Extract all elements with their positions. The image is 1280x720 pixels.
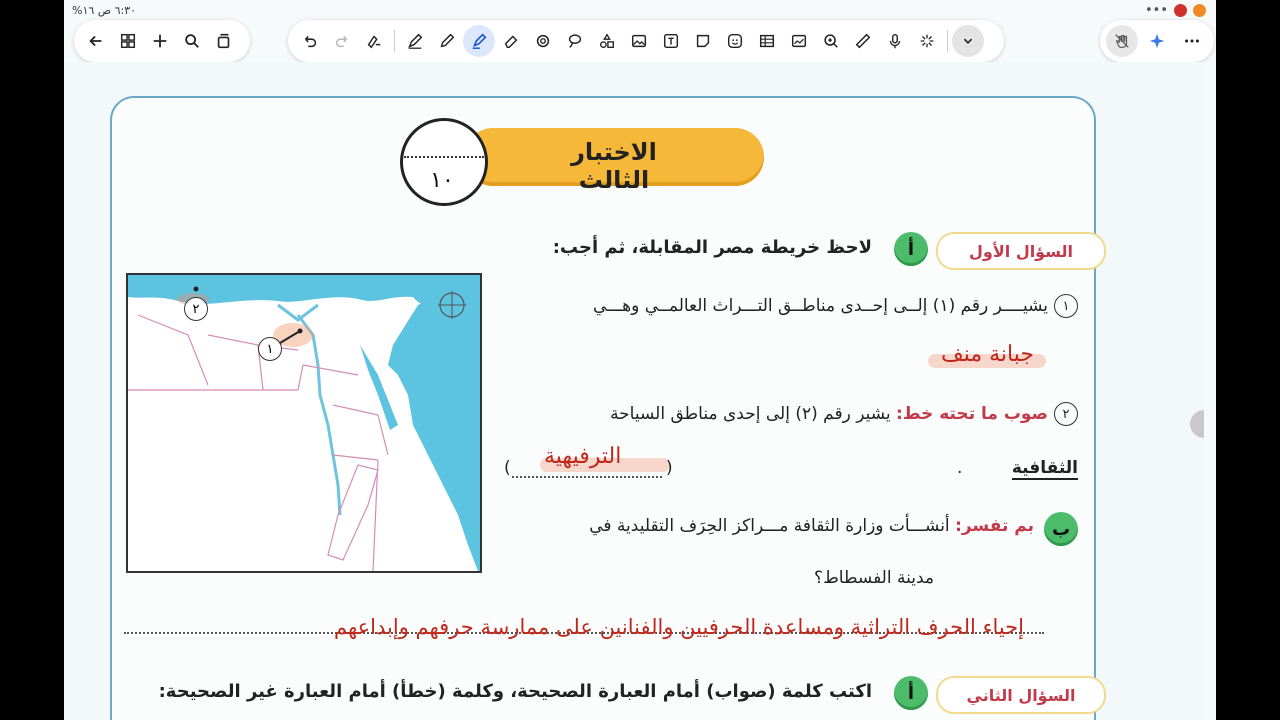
text-icon[interactable] xyxy=(655,25,687,57)
search-icon[interactable] xyxy=(176,25,208,57)
more-icon[interactable] xyxy=(1176,25,1208,57)
pencil-icon[interactable] xyxy=(431,25,463,57)
q1-item1-number: ١ xyxy=(1054,294,1078,318)
egypt-map-svg xyxy=(128,275,480,572)
q1-b-line1: بم تفسر: أنشـــأت وزارة الثقافة مـــراكز… xyxy=(589,516,1034,536)
q1-b-answer: إحياء الحرف التراثية ومساعدة الحرفيين وا… xyxy=(333,615,1024,639)
image-icon[interactable] xyxy=(623,25,655,57)
q1-badge: السؤال الأول xyxy=(936,232,1106,270)
document-page[interactable]: الاختبار الثالث ١٠ السؤال الأول أ لاحظ خ… xyxy=(64,62,1204,720)
table-icon[interactable] xyxy=(751,25,783,57)
q2-badge: السؤال الثاني xyxy=(936,676,1106,714)
q1-item1-text: يشيــــر رقم (١) إلــى إحــدى مناطــق ال… xyxy=(593,296,1048,316)
plus-icon[interactable] xyxy=(144,25,176,57)
q1-item2-label: صوب ما تحته خط: xyxy=(896,404,1048,424)
q1-item1: ١ يشيــــر رقم (١) إلــى إحــدى مناطــق ا… xyxy=(593,294,1078,318)
q1-letter-a: أ xyxy=(894,232,928,266)
laser-icon[interactable] xyxy=(911,25,943,57)
hand-off-icon[interactable] xyxy=(1105,25,1138,57)
q1-item2-answer: الترفيهية xyxy=(544,444,622,469)
status-time-battery: ٦:٣٠ ص ١٦% xyxy=(72,4,137,17)
status-icons: ••• xyxy=(1145,3,1206,18)
shapes-icon[interactable] xyxy=(591,25,623,57)
q1-item2-paren-open: ( xyxy=(504,458,511,478)
app-notification-icon xyxy=(1174,4,1187,17)
q1-item2-answer-line xyxy=(512,476,662,478)
media-icon[interactable] xyxy=(783,25,815,57)
main-toolbar xyxy=(288,20,1004,62)
grid-icon[interactable] xyxy=(112,25,144,57)
map-label-1: ١ xyxy=(258,337,282,361)
page-title: الاختبار الثالث xyxy=(571,138,657,194)
q1-b-text2: مدينة الفسطاط؟ xyxy=(814,568,934,588)
score-line xyxy=(404,156,484,158)
sticky-note-icon[interactable] xyxy=(687,25,719,57)
sparkle-icon[interactable] xyxy=(1141,25,1173,57)
right-toolbar xyxy=(1100,20,1214,62)
redo-icon[interactable] xyxy=(326,25,358,57)
q1-letter-b: ب xyxy=(1044,512,1078,546)
highlighter-icon[interactable] xyxy=(463,25,495,57)
q1-item2-underlined: الثقافية xyxy=(1011,458,1078,480)
q1-item2: ٢ صوب ما تحته خط: يشير رقم (٢) إلى إحدى م… xyxy=(610,402,1078,426)
app-screen: ٦:٣٠ ص ١٦% ••• الاختبار الثالث ١٠ السؤال… xyxy=(64,0,1216,720)
egypt-map: ٢ ١ xyxy=(126,273,482,573)
zoom-icon[interactable] xyxy=(815,25,847,57)
q1-item2-dot: . xyxy=(957,458,963,478)
q1-item2-paren-close: ) xyxy=(666,458,673,478)
pen-icon[interactable] xyxy=(399,25,431,57)
back-arrow-icon[interactable] xyxy=(80,25,112,57)
score-value: ١٠ xyxy=(430,168,454,193)
q1-b-label: بم تفسر: xyxy=(955,516,1034,536)
q1-item2-text: يشير رقم (٢) إلى إحدى مناطق السياحة xyxy=(610,404,891,424)
scroll-handle[interactable] xyxy=(1190,410,1204,438)
eraser-icon[interactable] xyxy=(495,25,527,57)
more-down-icon[interactable] xyxy=(952,25,984,57)
toolbar-divider xyxy=(394,30,395,52)
undo-icon[interactable] xyxy=(294,25,326,57)
q1-item2-number: ٢ xyxy=(1054,402,1078,426)
app-notification-icon-2 xyxy=(1193,4,1206,17)
q1-prompt: لاحظ خريطة مصر المقابلة، ثم أجب: xyxy=(552,237,872,258)
status-bar: ٦:٣٠ ص ١٦% ••• xyxy=(64,0,1216,22)
shape-icon[interactable] xyxy=(527,25,559,57)
sticker-icon[interactable] xyxy=(719,25,751,57)
q1-item1-answer: جبانة منف xyxy=(940,342,1034,367)
copy-icon[interactable] xyxy=(208,25,240,57)
q1-b-text1: أنشـــأت وزارة الثقافة مـــراكز الحِرَف … xyxy=(589,516,950,536)
lasso-icon[interactable] xyxy=(358,25,390,57)
q2-letter-a: أ xyxy=(894,676,928,710)
left-toolbar xyxy=(74,20,250,62)
map-label-2: ٢ xyxy=(184,297,208,321)
more-dots-icon: ••• xyxy=(1144,3,1168,18)
mic-icon[interactable] xyxy=(879,25,911,57)
q2-prompt: اكتب كلمة (صواب) أمام العبارة الصحيحة، و… xyxy=(158,681,872,702)
toolbar-divider-2 xyxy=(947,30,948,52)
lasso-select-icon[interactable] xyxy=(559,25,591,57)
ruler-icon[interactable] xyxy=(847,25,879,57)
